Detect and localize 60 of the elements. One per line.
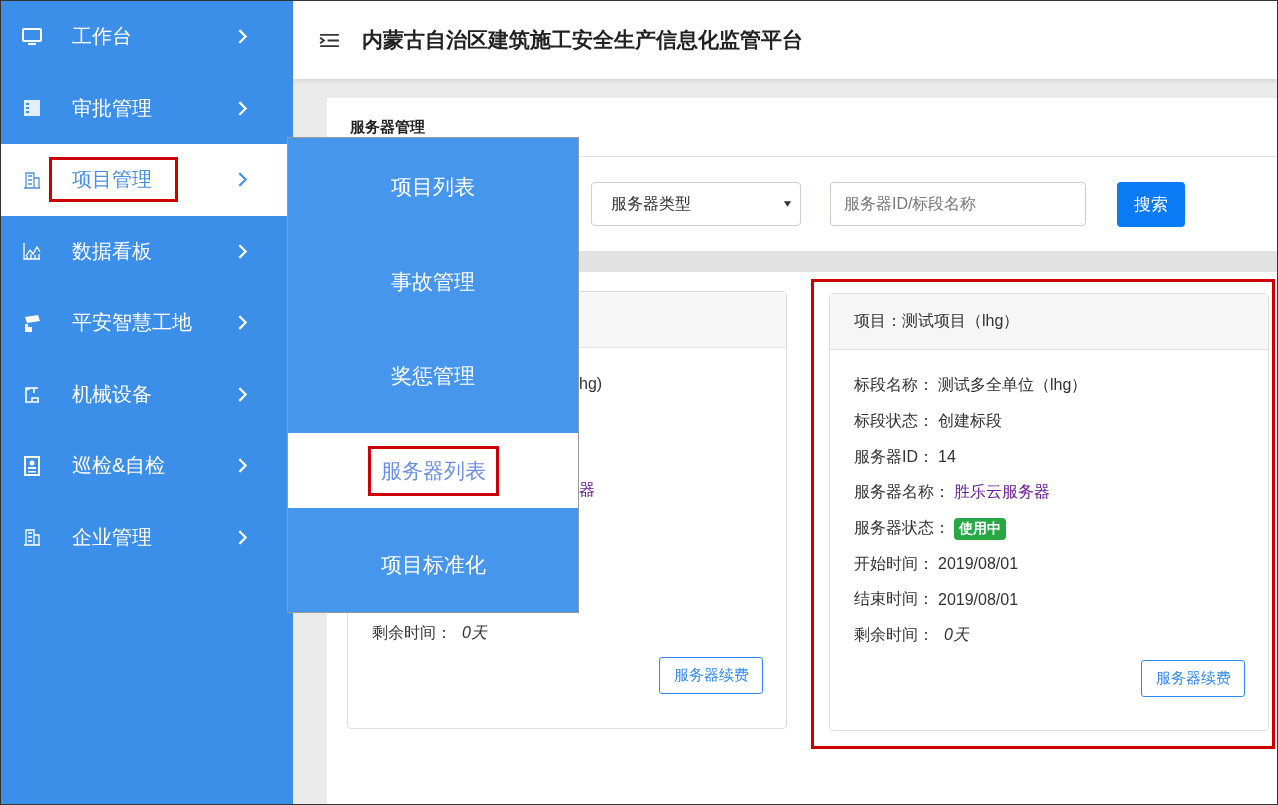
chevron-right-icon bbox=[237, 242, 248, 260]
field-value: hg) bbox=[579, 374, 603, 393]
chevron-right-icon bbox=[237, 457, 248, 475]
list-icon bbox=[22, 98, 42, 119]
card-title: 项目：测试项目（lhg） bbox=[854, 311, 1020, 331]
id-card-icon bbox=[22, 455, 42, 476]
field-label: 结束时间： bbox=[854, 589, 934, 610]
menu-label: 审批管理 bbox=[71, 95, 153, 121]
submenu-label: 服务器列表 bbox=[367, 445, 499, 496]
caret-icon bbox=[783, 200, 792, 208]
submenu-label: 项目标准化 bbox=[379, 551, 487, 578]
monitor-icon bbox=[22, 26, 42, 47]
submenu-label: 事故管理 bbox=[390, 268, 476, 295]
submenu-item[interactable]: 服务器列表 bbox=[288, 432, 578, 509]
field-label: 标段状态： bbox=[854, 411, 934, 432]
sidebar-item[interactable]: 工作台 bbox=[1, 1, 293, 73]
server-link[interactable]: 器 bbox=[579, 480, 595, 502]
field-label: 开始时间： bbox=[854, 553, 934, 574]
chevron-right-icon bbox=[237, 28, 248, 46]
renew-button[interactable]: 服务器续费 bbox=[1141, 659, 1245, 697]
menu-fold-icon[interactable] bbox=[319, 32, 340, 48]
type-select[interactable]: 服务器类型 bbox=[591, 182, 801, 226]
field-value: 0天 bbox=[462, 623, 487, 644]
crane-icon bbox=[22, 384, 42, 405]
field-label: 剩余时间： bbox=[854, 625, 934, 646]
renew-button[interactable]: 服务器续费 bbox=[659, 657, 763, 695]
submenu-label: 奖惩管理 bbox=[390, 363, 476, 390]
field-value: 14 bbox=[938, 448, 956, 467]
chevron-right-icon bbox=[237, 99, 248, 117]
field-label: 服务器名称： bbox=[854, 482, 950, 503]
status-badge: 使用中 bbox=[954, 517, 1006, 540]
chevron-right-icon bbox=[237, 385, 248, 403]
submenu-label: 项目列表 bbox=[390, 174, 476, 201]
field-label: 标段名称： bbox=[854, 375, 934, 396]
field-label: 服务器ID： bbox=[854, 446, 934, 467]
page-title: 内蒙古自治区建筑施工安全生产信息化监管平台 bbox=[362, 27, 803, 53]
menu-label: 巡检&自检 bbox=[71, 453, 167, 479]
building-icon bbox=[22, 527, 42, 548]
building-icon bbox=[22, 169, 42, 190]
field-value: 0天 bbox=[944, 625, 969, 646]
menu-label: 平安智慧工地 bbox=[71, 310, 193, 336]
field-value: 测试多全单位（lhg） bbox=[938, 375, 1088, 396]
search-button[interactable]: 搜索 bbox=[1117, 181, 1185, 227]
chevron-right-icon bbox=[237, 171, 248, 189]
menu-label: 项目管理 bbox=[49, 157, 178, 203]
menu-label: 企业管理 bbox=[71, 524, 153, 550]
chart-icon bbox=[22, 241, 42, 262]
chevron-right-icon bbox=[237, 528, 248, 546]
chevron-right-icon bbox=[237, 314, 248, 332]
search-field[interactable]: 服务器ID/标段名称 bbox=[830, 182, 1086, 226]
menu-label: 数据看板 bbox=[71, 238, 153, 264]
server-link[interactable]: 胜乐云服务器 bbox=[954, 482, 1050, 504]
menu-label: 机械设备 bbox=[71, 381, 153, 407]
field-label: 剩余时间： bbox=[372, 623, 452, 644]
field-value: 创建标段 bbox=[938, 411, 1002, 432]
camera-icon bbox=[22, 312, 42, 333]
menu-label: 工作台 bbox=[71, 24, 133, 50]
field-label: 服务器状态： bbox=[854, 518, 950, 539]
field-value: 2019/08/01 bbox=[938, 590, 1019, 609]
field-value: 2019/08/01 bbox=[938, 555, 1019, 574]
